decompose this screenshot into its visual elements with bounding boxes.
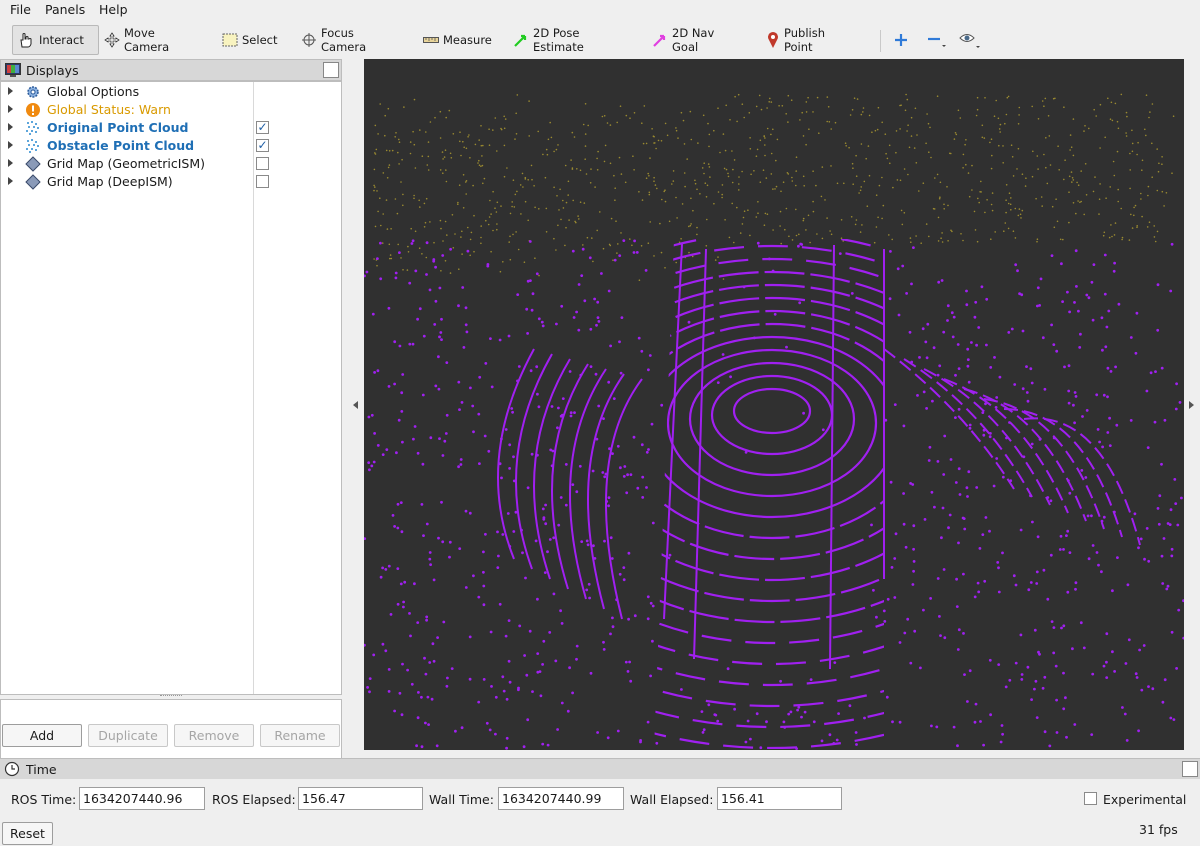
menu-panels[interactable]: Panels [45,2,85,17]
remove-display-button[interactable]: Remove [174,724,254,747]
expand-arrow-icon[interactable] [8,177,13,185]
focus-crosshair-icon [302,33,316,47]
display-row-global-options[interactable]: Global Options [1,83,341,101]
point-cloud-render [364,93,1184,750]
toolbar: Interact Move Camera Select Focus Camera… [0,22,1200,58]
ruler-icon [423,37,439,43]
wall-time-label: Wall Time: [429,792,494,807]
display-enabled-checkbox[interactable] [256,157,269,170]
display-label: Obstacle Point Cloud [47,138,195,153]
display-row-global-status[interactable]: Global Status: Warn [1,101,341,119]
displays-panel-title: Displays [26,63,79,78]
fps-readout: 31 fps [1139,822,1178,837]
reset-button[interactable]: Reset [2,822,53,845]
display-label: Original Point Cloud [47,120,189,135]
minus-icon [928,37,946,47]
ros-elapsed-label: ROS Elapsed: [212,792,296,807]
time-panel-header: Time [0,758,1200,779]
collapse-left-arrow-icon[interactable] [353,401,358,409]
time-panel-title: Time [26,762,57,777]
displays-panel-header: Displays [0,59,342,81]
measure-tool-button[interactable]: Measure [419,25,493,55]
display-row-grid-map-deepism[interactable]: Grid Map (DeepISM) [1,173,341,191]
grid-map-icon [25,174,41,190]
experimental-checkbox[interactable] [1084,792,1097,805]
display-enabled-checkbox[interactable]: ✓ [256,139,269,152]
display-enabled-checkbox[interactable] [256,175,269,188]
move-camera-tool-button[interactable]: Move Camera [100,25,200,55]
point-cloud-icon [26,139,39,153]
display-enabled-checkbox[interactable]: ✓ [256,121,269,134]
display-label: Grid Map (DeepISM) [47,174,173,189]
monitor-icon [5,63,21,77]
grid-map-icon [25,156,41,172]
2d-pose-estimate-tool-button[interactable]: 2D Pose Estimate [509,25,634,55]
display-row-original-point-cloud[interactable]: Original Point Cloud ✓ [1,119,341,137]
toolbar-separator [880,30,881,52]
remove-tool-button[interactable] [923,25,949,55]
displays-tree: Global Options Global Status: Warn Origi… [0,81,342,695]
wall-elapsed-label: Wall Elapsed: [630,792,714,807]
menu-help[interactable]: Help [99,2,128,17]
display-label: Global Options [47,84,140,99]
expand-arrow-icon[interactable] [8,123,13,131]
wall-time-field[interactable]: 1634207440.99 [498,787,624,810]
display-label: Grid Map (GeometricISM) [47,156,205,171]
wall-elapsed-field[interactable]: 156.41 [717,787,842,810]
display-row-grid-map-geometricism[interactable]: Grid Map (GeometricISM) [1,155,341,173]
far-points [373,93,1175,281]
map-pin-icon [768,32,778,48]
expand-arrow-icon[interactable] [8,105,13,113]
warning-icon [26,103,40,117]
3d-render-viewport[interactable] [364,59,1184,750]
gear-icon [27,86,39,98]
expand-arrow-icon[interactable] [8,159,13,167]
ros-time-label: ROS Time: [11,792,77,807]
magenta-arrow-icon [653,34,666,47]
focus-camera-tool-button[interactable]: Focus Camera [297,25,403,55]
expand-arrow-icon[interactable] [8,87,13,95]
hand-cursor-icon [20,33,32,48]
point-cloud-icon [26,121,39,135]
plus-icon [895,34,907,46]
menu-file[interactable]: File [10,2,31,17]
interact-tool-button[interactable]: Interact [12,25,99,55]
eye-icon [959,34,980,48]
menu-bar: File Panels Help [0,0,1200,20]
scan-rings [654,239,884,749]
2d-nav-goal-tool-button[interactable]: 2D Nav Goal [648,25,746,55]
move-arrows-icon [104,32,120,48]
display-label: Global Status: Warn [47,102,171,117]
time-panel-float-button[interactable] [1182,761,1198,777]
ros-time-field[interactable]: 1634207440.96 [79,787,205,810]
clock-icon [4,761,20,777]
green-arrow-icon [514,34,527,47]
duplicate-display-button[interactable]: Duplicate [88,724,168,747]
expand-arrow-icon[interactable] [8,141,13,149]
scatter-points [364,239,1184,750]
displays-panel-float-button[interactable] [323,62,339,78]
rename-display-button[interactable]: Rename [260,724,340,747]
select-box-icon [222,33,238,47]
publish-point-tool-button[interactable]: Publish Point [762,25,858,55]
display-row-obstacle-point-cloud[interactable]: Obstacle Point Cloud ✓ [1,137,341,155]
add-display-button[interactable]: Add [2,724,82,747]
view-options-button[interactable] [955,25,983,55]
curb-lines [497,243,1141,670]
ros-elapsed-field[interactable]: 156.47 [298,787,423,810]
add-tool-button[interactable] [890,25,912,55]
select-tool-button[interactable]: Select [218,25,280,55]
collapse-right-arrow-icon[interactable] [1189,401,1194,409]
experimental-label: Experimental [1103,792,1187,807]
displays-panel: Displays Global Options Global Status: W… [0,59,343,777]
